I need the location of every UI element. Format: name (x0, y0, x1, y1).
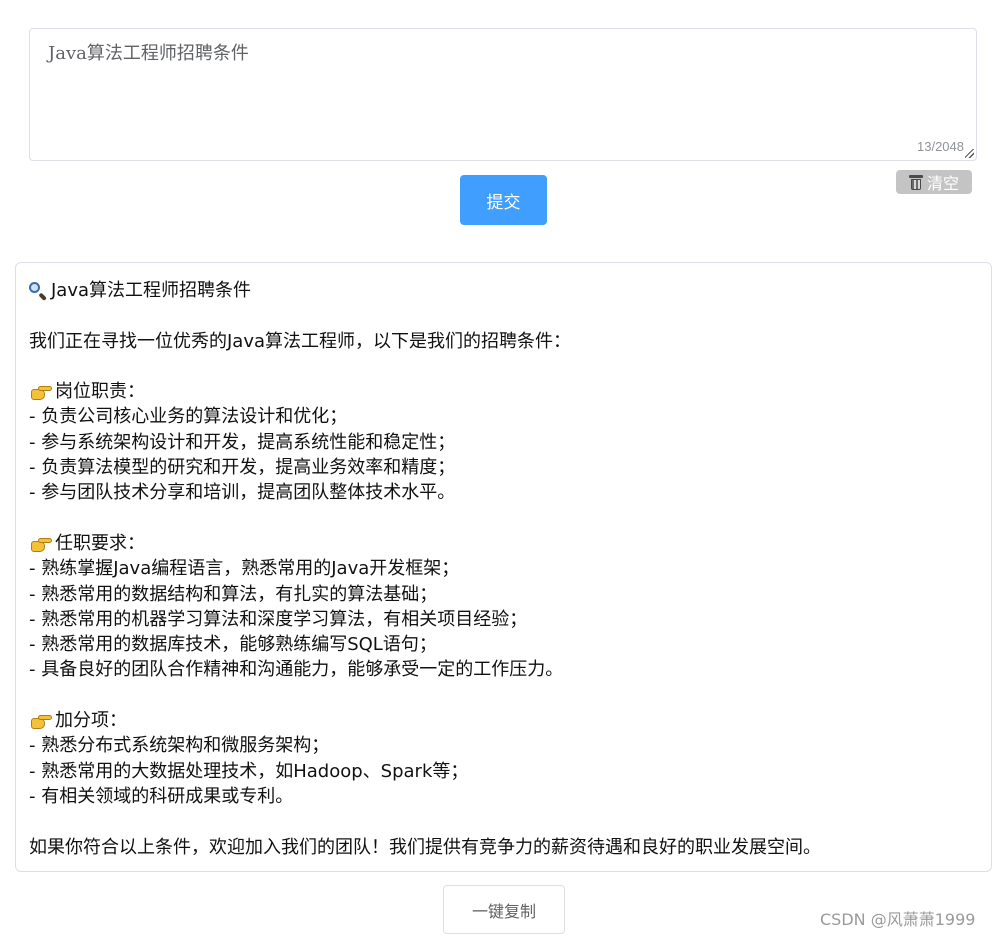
list-item: - 熟悉常用的机器学习算法和深度学习算法，有相关项目经验； (29, 608, 528, 630)
list-item: - 熟悉常用的数据结构和算法，有扎实的算法基础； (29, 583, 438, 605)
char-count: 13/2048 (917, 139, 964, 154)
submit-button[interactable]: 提交 (460, 175, 547, 225)
list-item: - 熟悉常用的数据库技术，能够熟练编写SQL语句； (29, 634, 437, 656)
resize-handle[interactable] (965, 149, 974, 158)
clear-button[interactable]: 清空 (896, 170, 972, 194)
list-item: - 有相关领域的科研成果或专利。 (29, 785, 294, 807)
list-item: - 熟悉分布式系统架构和微服务架构； (29, 735, 330, 757)
trash-icon (908, 174, 923, 190)
result-title: Java算法工程师招聘条件 (29, 278, 978, 303)
result-panel: Java算法工程师招聘条件 我们正在寻找一位优秀的Java算法工程师，以下是我们… (15, 262, 992, 872)
list-item: - 参与系统架构设计和开发，提高系统性能和稳定性； (29, 431, 456, 453)
section-heading: 加分项： (29, 708, 978, 733)
result-closing: 如果你符合以上条件，欢迎加入我们的团队！我们提供有竞争力的薪资待遇和良好的职业发… (29, 836, 821, 858)
prompt-input[interactable]: Java算法工程师招聘条件 (30, 29, 976, 160)
section-heading: 任职要求： (29, 531, 978, 556)
copy-button[interactable]: 一键复制 (443, 885, 565, 934)
list-item: - 负责算法模型的研究和开发，提高业务效率和精度； (29, 457, 456, 479)
pointing-hand-icon (29, 712, 53, 730)
section-heading: 岗位职责： (29, 379, 978, 404)
pointing-hand-icon (29, 535, 53, 553)
clear-button-label: 清空 (926, 174, 959, 193)
list-item: - 参与团队技术分享和培训，提高团队整体技术水平。 (29, 482, 456, 504)
result-intro: 我们正在寻找一位优秀的Java算法工程师，以下是我们的招聘条件： (29, 330, 572, 352)
list-item: - 具备良好的团队合作精神和沟通能力，能够承受一定的工作压力。 (29, 659, 564, 681)
watermark: CSDN @风萧萧1999 (820, 910, 976, 929)
list-item: - 熟练掌握Java编程语言，熟悉常用的Java开发框架； (29, 558, 460, 580)
list-item: - 负责公司核心业务的算法设计和优化； (29, 406, 348, 428)
prompt-box: Java算法工程师招聘条件 13/2048 (29, 28, 977, 161)
magnifier-icon (29, 281, 47, 300)
pointing-hand-icon (29, 383, 53, 401)
list-item: - 熟悉常用的大数据处理技术，如Hadoop、Spark等； (29, 760, 469, 782)
